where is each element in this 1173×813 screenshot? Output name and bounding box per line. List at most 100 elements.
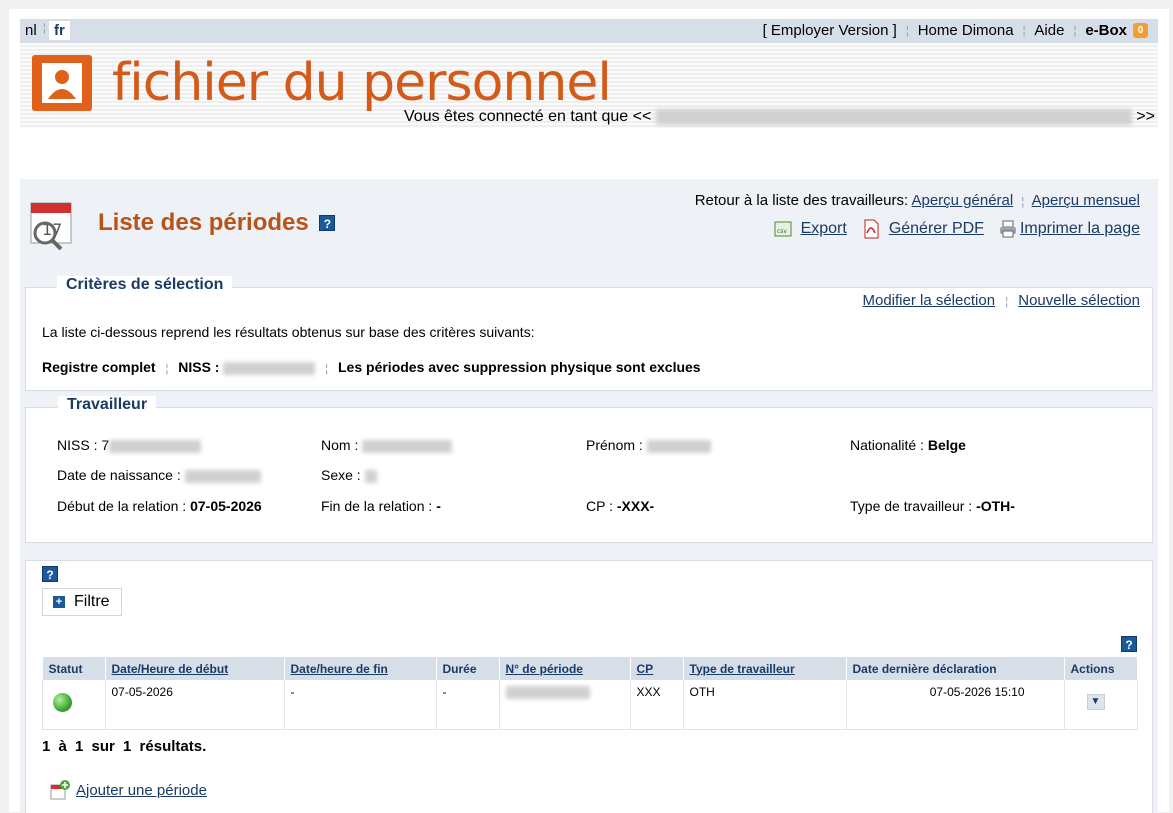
page-title: Liste des périodes ? xyxy=(98,209,336,237)
worker-panel: Travailleur NISS : 7 Nom : Prénom : Nati… xyxy=(25,396,1153,543)
nationalite-label: Nationalité : xyxy=(850,437,924,453)
col-duree: Durée xyxy=(436,657,500,680)
cell-derniere: 07-05-2026 15:10 xyxy=(846,680,1065,730)
generer-pdf-link[interactable]: Générer PDF xyxy=(889,220,984,238)
chevron-down-icon[interactable]: ▼ xyxy=(1086,694,1105,710)
print-action[interactable]: Imprimer la page xyxy=(998,219,1140,239)
imprimer-link[interactable]: Imprimer la page xyxy=(1020,220,1140,238)
redacted-niss xyxy=(109,439,202,453)
help-icon[interactable]: ? xyxy=(1121,636,1137,652)
cp-value: -XXX- xyxy=(616,498,655,514)
home-dimona-link[interactable]: Home Dimona xyxy=(918,22,1014,39)
calendar-search-icon: 17 xyxy=(29,199,75,251)
niss-label: NISS : xyxy=(57,437,98,453)
cell-duree: - xyxy=(436,680,500,730)
lang-nl-link[interactable]: nl xyxy=(25,22,37,39)
separator: ¦ xyxy=(1073,24,1077,37)
col-date-fin-label[interactable]: Date/heure de fin xyxy=(291,662,388,676)
sexe-label: Sexe : xyxy=(321,467,361,483)
col-date-debut[interactable]: Date/Heure de début xyxy=(105,657,285,680)
niss-visible: 7 xyxy=(101,437,110,453)
connected-suffix: >> xyxy=(1136,108,1155,125)
employer-version-link[interactable]: [ Employer Version ] xyxy=(763,22,897,39)
fin-label: Fin de la relation : xyxy=(321,498,433,514)
add-period-action[interactable]: Ajouter une période xyxy=(50,780,207,800)
redacted-naissance xyxy=(184,469,261,483)
table-row: 07-05-2026 - - XXX OTH 07-05-2026 15:10 … xyxy=(42,680,1138,730)
worker-nom: Nom : xyxy=(321,437,453,453)
pdf-action[interactable]: Générer PDF xyxy=(861,219,984,239)
worker-prenom: Prénom : xyxy=(586,437,711,453)
nouvelle-selection-link[interactable]: Nouvelle sélection xyxy=(1018,292,1140,309)
criteria-summary: Registre complet ¦ NISS : ¦ Les périodes… xyxy=(42,359,701,375)
worker-legend: Travailleur xyxy=(58,396,157,414)
worker-type: Type de travailleur : -OTH- xyxy=(850,498,1015,514)
criteria-legend: Critères de sélection xyxy=(57,276,233,294)
export-link[interactable]: Export xyxy=(801,220,847,238)
col-type-label[interactable]: Type de travailleur xyxy=(690,662,795,676)
registre-label: Registre complet xyxy=(42,359,156,375)
redacted-prenom xyxy=(646,439,711,453)
apercu-general-link[interactable]: Aperçu général xyxy=(911,192,1013,209)
worker-nationalite: Nationalité : Belge xyxy=(850,437,966,453)
separator: ¦ xyxy=(1022,24,1026,37)
debut-label: Début de la relation : xyxy=(57,498,187,514)
cell-statut xyxy=(42,680,106,730)
filter-label: Filtre xyxy=(74,593,110,610)
col-statut: Statut xyxy=(42,657,106,680)
worker-fin: Fin de la relation : - xyxy=(321,498,441,514)
type-label: Type de travailleur : xyxy=(850,498,973,514)
separator: ¦ xyxy=(165,363,169,375)
separator: ¦ xyxy=(43,22,46,34)
fin-value: - xyxy=(436,498,441,514)
col-type[interactable]: Type de travailleur xyxy=(683,657,847,680)
naissance-label: Date de naissance : xyxy=(57,467,181,483)
periods-list-panel: ? + Filtre ? Statut Date/Heure de début … xyxy=(25,560,1153,813)
ebox-link[interactable]: e-Box xyxy=(1085,22,1127,39)
separator: ¦ xyxy=(325,363,329,375)
criteria-panel: Critères de sélection Modifier la sélect… xyxy=(25,276,1153,391)
retour-label: Retour à la liste des travailleurs: xyxy=(694,192,909,209)
worker-niss: NISS : 7 xyxy=(57,437,202,453)
status-ok-icon xyxy=(53,693,72,712)
export-action[interactable]: csv Export xyxy=(773,219,847,239)
col-numero[interactable]: N° de période xyxy=(499,657,631,680)
worker-naissance: Date de naissance : xyxy=(57,467,261,483)
table-header-row: Statut Date/Heure de début Date/heure de… xyxy=(42,657,1138,680)
cell-actions: ▼ xyxy=(1064,680,1138,730)
aide-link[interactable]: Aide xyxy=(1034,22,1064,39)
page-title-text: Liste des périodes xyxy=(98,209,309,236)
criteria-links: Modifier la sélection ¦ Nouvelle sélecti… xyxy=(862,292,1140,309)
help-icon[interactable]: ? xyxy=(42,566,58,582)
redacted-username xyxy=(655,108,1132,125)
worker-debut: Début de la relation : 07-05-2026 xyxy=(57,498,262,514)
banner: fichier du personnel Vous êtes connecté … xyxy=(20,43,1158,128)
col-date-debut-label[interactable]: Date/Heure de début xyxy=(112,662,229,676)
filter-button[interactable]: + Filtre xyxy=(42,588,122,616)
niss-label: NISS : xyxy=(178,359,220,375)
page-actions: csv Export Générer PDF Imprimer la page xyxy=(759,219,1140,239)
main-panel: 17 Liste des périodes ? Retour à la list… xyxy=(20,179,1158,813)
help-icon[interactable]: ? xyxy=(319,215,336,231)
redacted-sexe xyxy=(364,469,377,483)
cell-fin: - xyxy=(284,680,437,730)
redacted-nom xyxy=(362,439,453,453)
periods-table: Statut Date/Heure de début Date/heure de… xyxy=(42,657,1138,730)
prenom-label: Prénom : xyxy=(586,437,643,453)
col-derniere-declaration: Date dernière déclaration xyxy=(846,657,1065,680)
modifier-selection-link[interactable]: Modifier la sélection xyxy=(862,292,995,309)
top-links: [ Employer Version ] ¦ Home Dimona ¦ Aid… xyxy=(763,22,1148,39)
results-count: 1 à 1 sur 1 résultats. xyxy=(42,738,207,755)
lang-fr-current: fr xyxy=(49,21,70,40)
col-cp-label[interactable]: CP xyxy=(637,662,654,676)
pdf-icon xyxy=(864,219,879,239)
add-calendar-icon xyxy=(50,780,70,800)
debut-value: 07-05-2026 xyxy=(190,498,262,514)
apercu-mensuel-link[interactable]: Aperçu mensuel xyxy=(1032,192,1140,209)
col-numero-label[interactable]: N° de période xyxy=(506,662,583,676)
col-date-fin[interactable]: Date/heure de fin xyxy=(284,657,437,680)
ajouter-periode-link[interactable]: Ajouter une période xyxy=(76,782,207,799)
cell-debut: 07-05-2026 xyxy=(105,680,285,730)
col-cp[interactable]: CP xyxy=(630,657,684,680)
app-logo-text: fichier du personnel xyxy=(112,53,612,113)
